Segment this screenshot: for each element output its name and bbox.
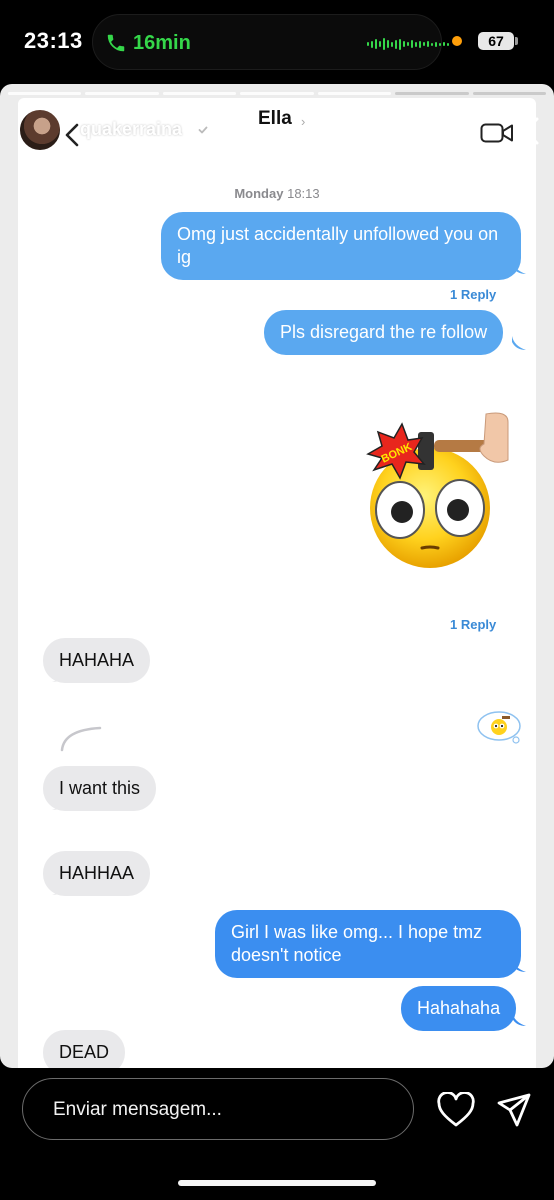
home-indicator[interactable] <box>178 1180 376 1186</box>
message-bubble-incoming[interactable]: DEAD <box>43 1030 126 1068</box>
tapback-reaction-bubble[interactable] <box>476 710 522 744</box>
message-input-placeholder[interactable]: Enviar mensagem... <box>53 1099 222 1121</box>
clock: 23:13 <box>24 28 83 53</box>
bubble-tail <box>52 796 66 810</box>
timestamp-time: 18:13 <box>287 186 320 201</box>
audio-waveform-icon <box>367 37 449 51</box>
message-composer[interactable]: Enviar mensagem... <box>22 1078 414 1140</box>
reply-count-link[interactable]: 1 Reply <box>450 617 496 632</box>
story-progress-bars <box>8 92 546 95</box>
message-bubble-outgoing[interactable]: Omg just accidentally unfollowed you on … <box>161 212 521 280</box>
thread-reply-line <box>60 726 102 752</box>
bubble-tail <box>512 336 526 350</box>
reply-count-link[interactable]: 1 Reply <box>450 287 496 302</box>
bubble-tail <box>512 260 526 274</box>
story-header: quakerraina 5 min <box>0 104 554 160</box>
call-duration: 16min <box>133 31 191 54</box>
bubble-tail <box>512 1012 526 1026</box>
story-username[interactable]: quakerraina <box>80 119 182 140</box>
more-icon[interactable] <box>454 126 478 134</box>
phone-icon <box>107 34 125 52</box>
imessage-screenshot: Ella › Monday 18:13 Omg just accidentall… <box>18 98 536 1068</box>
bubble-tail <box>52 668 66 682</box>
verified-icon <box>195 122 211 138</box>
heart-icon[interactable] <box>436 1092 476 1128</box>
status-bar: 23:13 16min 67 <box>0 0 554 84</box>
story-card[interactable]: Ella › Monday 18:13 Omg just accidentall… <box>0 84 554 1068</box>
avatar[interactable] <box>18 108 62 152</box>
dynamic-island[interactable]: 16min <box>92 14 449 70</box>
message-bubble-outgoing[interactable]: Hahahaha <box>401 986 517 1031</box>
bubble-tail <box>512 958 526 972</box>
mic-in-use-indicator <box>452 36 462 46</box>
bonk-emoji-sticker[interactable]: BONK <box>358 408 518 568</box>
message-bubble-outgoing[interactable]: Pls disregard the re follow <box>264 310 504 355</box>
message-bubble-outgoing[interactable]: Girl I was like omg... I hope tmz doesn'… <box>215 910 521 978</box>
message-timestamp: Monday 18:13 <box>18 186 536 201</box>
send-icon[interactable] <box>496 1092 532 1128</box>
story-posted-time: 5 min <box>222 120 267 140</box>
close-icon[interactable] <box>508 114 542 148</box>
battery-cap <box>515 37 518 45</box>
bubble-tail <box>52 881 66 895</box>
call-indicator[interactable]: 16min <box>105 29 191 57</box>
battery-icon: 67 <box>478 32 514 50</box>
timestamp-day: Monday <box>234 186 284 201</box>
